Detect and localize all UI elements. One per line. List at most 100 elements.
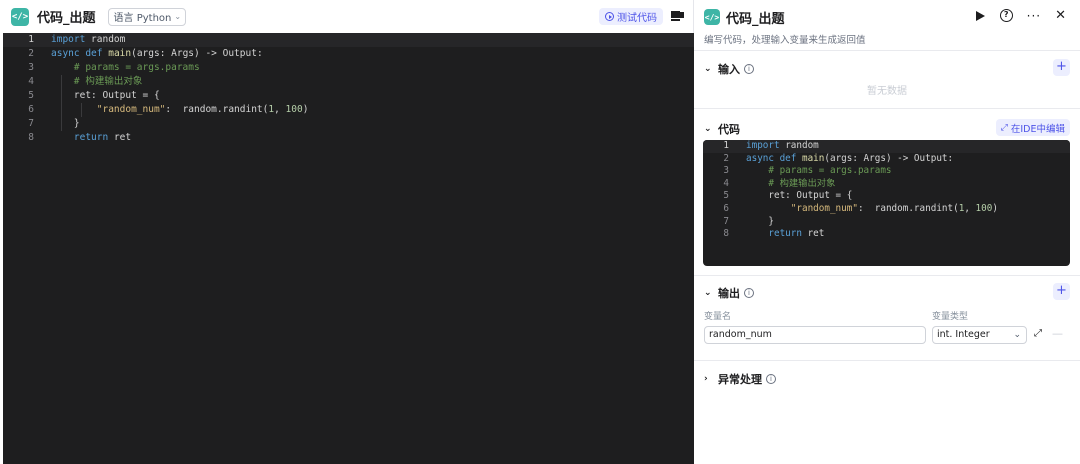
line-number: 2 <box>723 152 729 164</box>
code-line[interactable]: 1 import random <box>3 33 694 47</box>
code-text: } <box>746 215 774 227</box>
code-section-toggle[interactable]: ⌄ 代码 <box>704 121 740 137</box>
input-section-title: 输入 <box>718 63 740 76</box>
variable-type-value: int. Integer <box>937 329 990 340</box>
code-node-icon: </> <box>11 7 29 26</box>
exception-section-title: 异常处理 <box>718 373 762 386</box>
help-icon[interactable]: ? <box>999 9 1013 22</box>
info-icon: i <box>766 374 776 384</box>
line-number: 4 <box>28 76 34 87</box>
code-line[interactable]: 4 # 构建输出对象 <box>703 178 1070 191</box>
code-text: } <box>51 118 80 129</box>
line-number: 5 <box>28 90 34 101</box>
code-line[interactable]: 6 "random_num": random.randint(1, 100) <box>703 203 1070 216</box>
line-number: 4 <box>723 177 729 189</box>
input-empty-text: 暂无数据 <box>867 86 907 97</box>
chevron-down-icon: ⌄ <box>174 12 182 21</box>
line-number: 3 <box>28 62 34 73</box>
add-output-button[interactable]: + <box>1053 283 1070 300</box>
test-code-label: 测试代码 <box>617 13 657 24</box>
line-number: 1 <box>28 34 34 45</box>
chevron-down-icon: ⌄ <box>704 288 712 298</box>
chevron-down-icon: ⌄ <box>704 64 712 74</box>
divider <box>694 275 1080 276</box>
line-number: 8 <box>723 228 729 240</box>
code-text: # params = args.params <box>73 62 200 73</box>
indent-guide <box>81 103 82 117</box>
code-text: ret: Output = { <box>51 90 160 101</box>
edit-in-ide-label: 在IDE中编辑 <box>1010 123 1065 135</box>
code-line[interactable]: 8 return ret <box>703 228 1070 241</box>
collapse-panel-icon[interactable] <box>671 9 684 22</box>
node-config-panel: </> 代码_出题 ? ··· ✕ 编写代码，处理输入变量来生成返回值 ⌄ 输入… <box>694 0 1080 464</box>
line-number: 8 <box>28 132 34 143</box>
expand-icon: ⤢ <box>1000 122 1008 133</box>
line-number: 5 <box>723 190 729 202</box>
code-preview-lines: 1 import random 2 async def main(args: Args… <box>703 140 1070 241</box>
line-number: 1 <box>723 140 729 151</box>
more-icon[interactable]: ··· <box>1027 10 1041 22</box>
code-text: "random_num": random.randint(1, 100) <box>790 202 998 214</box>
variable-name-input[interactable]: random_num <box>704 326 926 344</box>
panel-description: 编写代码，处理输入变量来生成返回值 <box>704 35 866 46</box>
output-section-toggle[interactable]: ⌄ 输出 i <box>704 285 754 301</box>
code-text: import random <box>51 34 126 45</box>
edit-in-ide-button[interactable]: ⤢ 在IDE中编辑 <box>995 119 1070 136</box>
editor-header: </> 代码_出题 语言 Python ⌄ 测试代码 <box>0 0 694 33</box>
code-line[interactable]: 3 # params = args.params <box>3 61 694 75</box>
code-line[interactable]: 7 } <box>703 216 1070 229</box>
variable-type-column-label: 变量类型 <box>932 312 969 322</box>
output-section-title: 输出 <box>718 287 740 300</box>
line-number: 3 <box>723 165 729 177</box>
code-line[interactable]: 8 return ret <box>3 131 694 145</box>
info-icon: i <box>744 288 754 298</box>
code-text: import random <box>746 140 819 151</box>
code-line[interactable]: 2 async def main(args: Args) -> Output: <box>703 153 1070 166</box>
code-line[interactable]: 4 # 构建输出对象 <box>3 75 694 89</box>
language-select-label: 语言 Python <box>113 13 172 24</box>
code-line[interactable]: 6 "random_num": random.randint(1, 100) <box>3 103 694 117</box>
exception-section-toggle[interactable]: › 异常处理 i <box>704 371 776 387</box>
info-icon: i <box>744 64 754 74</box>
code-text: return ret <box>768 228 825 240</box>
code-line[interactable]: 1 import random <box>703 140 1070 153</box>
remove-output-icon[interactable]: — <box>1052 327 1063 340</box>
add-input-button[interactable]: + <box>1053 59 1070 76</box>
code-line[interactable]: 5 ret: Output = { <box>703 190 1070 203</box>
code-line[interactable]: 2 async def main(args: Args) -> Output: <box>3 47 694 61</box>
code-text: ret: Output = { <box>746 190 853 202</box>
test-code-button[interactable]: 测试代码 <box>599 8 663 25</box>
code-line[interactable]: 5 ret: Output = { <box>3 89 694 103</box>
panel-title: 代码_出题 <box>726 11 785 27</box>
code-preview[interactable]: 1 import random 2 async def main(args: Args… <box>703 140 1070 266</box>
code-text: # 构建输出对象 <box>768 177 836 189</box>
line-number: 7 <box>723 215 729 227</box>
line-number: 7 <box>28 118 34 129</box>
variable-name-column-label: 变量名 <box>704 312 732 322</box>
divider <box>694 360 1080 361</box>
input-section-toggle[interactable]: ⌄ 输入 i <box>704 61 754 77</box>
code-line[interactable]: 3 # params = args.params <box>703 165 1070 178</box>
code-line[interactable]: 7 } <box>3 117 694 131</box>
expand-icon[interactable]: ⤢ <box>1034 328 1042 339</box>
code-text: async def main(args: Args) -> Output: <box>746 152 954 164</box>
line-number: 2 <box>28 48 34 59</box>
close-icon[interactable]: ✕ <box>1055 9 1066 22</box>
code-text: # 构建输出对象 <box>73 76 143 87</box>
editor-title: 代码_出题 <box>37 11 96 26</box>
code-text: "random_num": random.randint(1, 100) <box>96 104 309 115</box>
code-editor[interactable]: 1 import random 2 async def main(args: Args… <box>3 33 694 464</box>
code-text: # params = args.params <box>768 165 892 177</box>
run-icon[interactable] <box>975 10 986 22</box>
language-select[interactable]: 语言 Python ⌄ <box>107 7 187 26</box>
code-editor-window: </> 代码_出题 语言 Python ⌄ 测试代码 1 import rando… <box>0 0 694 464</box>
line-number: 6 <box>28 104 34 115</box>
panel-header: </> 代码_出题 ? ··· ✕ <box>694 0 1080 34</box>
variable-type-select[interactable]: int. Integer ⌄ <box>932 326 1027 344</box>
code-text: return ret <box>73 132 132 143</box>
code-section-title: 代码 <box>718 123 740 136</box>
chevron-right-icon: › <box>704 374 708 384</box>
chevron-down-icon: ⌄ <box>1013 330 1021 340</box>
divider <box>694 108 1080 109</box>
code-node-icon: </> <box>704 9 720 25</box>
